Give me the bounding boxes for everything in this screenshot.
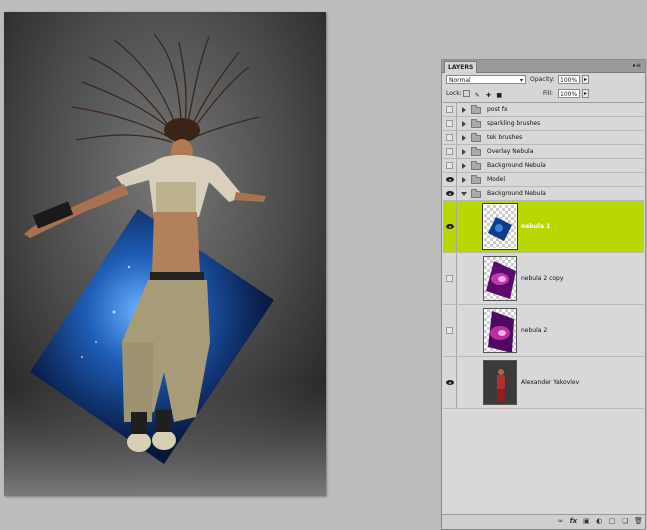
folder-icon bbox=[471, 119, 481, 128]
layer-thumbnail bbox=[483, 256, 517, 301]
expand-arrow-icon[interactable] bbox=[462, 177, 466, 183]
visibility-toggle[interactable] bbox=[443, 187, 457, 200]
folder-icon bbox=[471, 133, 481, 142]
visibility-toggle[interactable] bbox=[443, 117, 457, 130]
panel-tab-bar: LAYERS ▸≡ bbox=[442, 60, 645, 73]
visibility-toggle[interactable] bbox=[443, 131, 457, 144]
opacity-label: Opacity: bbox=[530, 76, 555, 83]
adjustment-icon[interactable]: ◐ bbox=[595, 517, 603, 525]
layer-thumbnail bbox=[483, 308, 517, 353]
visibility-toggle[interactable] bbox=[443, 201, 457, 252]
folder-icon bbox=[471, 175, 481, 184]
hidden-box-icon bbox=[446, 162, 453, 169]
blend-mode-value: Normal bbox=[449, 77, 471, 84]
layer-row[interactable]: nebula 2 copy bbox=[443, 253, 644, 305]
layer-row[interactable]: Overlay Nebula bbox=[443, 145, 644, 159]
lock-pixels-icon[interactable]: ✎ bbox=[474, 92, 481, 99]
hidden-box-icon bbox=[446, 120, 453, 127]
expand-arrow-icon[interactable] bbox=[462, 149, 466, 155]
expand-arrow-icon[interactable] bbox=[462, 135, 466, 141]
layer-name: nebula 2 bbox=[521, 327, 548, 334]
lock-all-icon[interactable]: ■ bbox=[496, 92, 503, 99]
visibility-toggle[interactable] bbox=[443, 357, 457, 408]
expand-arrow-icon[interactable] bbox=[462, 163, 466, 169]
layer-row[interactable]: Background Nebula bbox=[443, 187, 644, 201]
fill-slider-button[interactable]: ▸ bbox=[582, 89, 589, 98]
lock-fill-row: Lock: ✎ ✚ ■ Fill: 100% ▸ bbox=[446, 89, 643, 99]
layer-row-selected[interactable]: nebula 1 bbox=[443, 201, 644, 253]
visibility-toggle[interactable] bbox=[443, 159, 457, 172]
eye-icon bbox=[445, 177, 454, 182]
fill-input[interactable]: 100% bbox=[558, 89, 580, 98]
layer-thumbnail bbox=[482, 203, 518, 250]
layer-name: nebula 2 copy bbox=[521, 275, 564, 282]
layer-name: nebula 1 bbox=[521, 223, 551, 230]
folder-icon[interactable]: □ bbox=[608, 517, 616, 525]
hidden-box-icon bbox=[446, 327, 453, 334]
expand-arrow-icon[interactable] bbox=[462, 121, 466, 127]
visibility-toggle[interactable] bbox=[443, 253, 457, 304]
eye-icon bbox=[445, 380, 454, 385]
panel-bottom-bar: ∞ fx ▣ ◐ □ ❏ 🗑 bbox=[442, 514, 645, 529]
lock-icons: ✎ ✚ ■ bbox=[463, 90, 505, 99]
lock-transparency-icon[interactable] bbox=[463, 90, 470, 97]
dancer-photo-icon bbox=[4, 12, 326, 496]
folder-icon bbox=[471, 147, 481, 156]
link-icon[interactable]: ∞ bbox=[556, 517, 564, 525]
lock-label: Lock: bbox=[446, 90, 462, 97]
fill-label: Fill: bbox=[543, 90, 554, 97]
nebula-thumbnail-icon bbox=[488, 217, 512, 241]
layer-row[interactable]: sparkling brushes bbox=[443, 117, 644, 131]
chevron-down-icon: ▾ bbox=[519, 77, 523, 84]
blend-mode-select[interactable]: Normal ▾ bbox=[446, 75, 526, 84]
blend-opacity-row: Normal ▾ Opacity: 100% ▸ bbox=[446, 75, 643, 85]
layer-thumbnail bbox=[483, 360, 517, 405]
layer-row[interactable]: Model bbox=[443, 173, 644, 187]
layer-row[interactable]: post fx bbox=[443, 103, 644, 117]
layer-name: Alexander Yakovlev bbox=[521, 379, 580, 386]
collapse-arrow-icon[interactable] bbox=[461, 192, 467, 196]
tab-layers[interactable]: LAYERS bbox=[444, 61, 478, 73]
visibility-toggle[interactable] bbox=[443, 145, 457, 158]
layer-name: Background Nebula bbox=[487, 190, 546, 197]
hidden-box-icon bbox=[446, 106, 453, 113]
hidden-box-icon bbox=[446, 134, 453, 141]
layer-row[interactable]: nebula 2 bbox=[443, 305, 644, 357]
nebula-thumbnail-icon bbox=[486, 261, 516, 299]
hidden-box-icon bbox=[446, 275, 453, 282]
visibility-toggle[interactable] bbox=[443, 305, 457, 356]
mask-icon[interactable]: ▣ bbox=[582, 517, 590, 525]
visibility-toggle[interactable] bbox=[443, 103, 457, 116]
trash-icon[interactable]: 🗑 bbox=[634, 517, 643, 525]
layer-name: Model bbox=[487, 176, 506, 183]
layer-name: Background Nebula bbox=[487, 162, 546, 169]
folder-icon bbox=[471, 161, 481, 170]
nebula-thumbnail-icon bbox=[488, 311, 514, 352]
layer-name: sparkling brushes bbox=[487, 120, 541, 127]
opacity-input[interactable]: 100% bbox=[558, 75, 580, 84]
fx-icon[interactable]: fx bbox=[569, 517, 578, 525]
folder-icon bbox=[471, 189, 481, 198]
layer-row[interactable]: tek brushes bbox=[443, 131, 644, 145]
opacity-slider-button[interactable]: ▸ bbox=[582, 75, 589, 84]
layer-row[interactable]: Alexander Yakovlev bbox=[443, 357, 644, 409]
lock-position-icon[interactable]: ✚ bbox=[485, 92, 492, 99]
layers-list: post fx sparkling brushes tek brushes Ov… bbox=[443, 102, 644, 513]
layer-row[interactable]: Background Nebula bbox=[443, 159, 644, 173]
hidden-box-icon bbox=[446, 148, 453, 155]
eye-icon bbox=[445, 191, 454, 196]
folder-icon bbox=[471, 105, 481, 114]
panel-menu-icon[interactable]: ▸≡ bbox=[633, 61, 641, 71]
expand-arrow-icon[interactable] bbox=[462, 107, 466, 113]
new-layer-icon[interactable]: ❏ bbox=[621, 517, 629, 525]
layer-name: post fx bbox=[487, 106, 508, 113]
photo-thumbnail-icon bbox=[484, 361, 516, 404]
document-canvas[interactable] bbox=[4, 12, 326, 496]
layers-panel: LAYERS ▸≡ Normal ▾ Opacity: 100% ▸ Lock:… bbox=[441, 59, 646, 530]
layer-name: tek brushes bbox=[487, 134, 523, 141]
layer-name: Overlay Nebula bbox=[487, 148, 534, 155]
eye-icon bbox=[445, 224, 454, 229]
visibility-toggle[interactable] bbox=[443, 173, 457, 186]
